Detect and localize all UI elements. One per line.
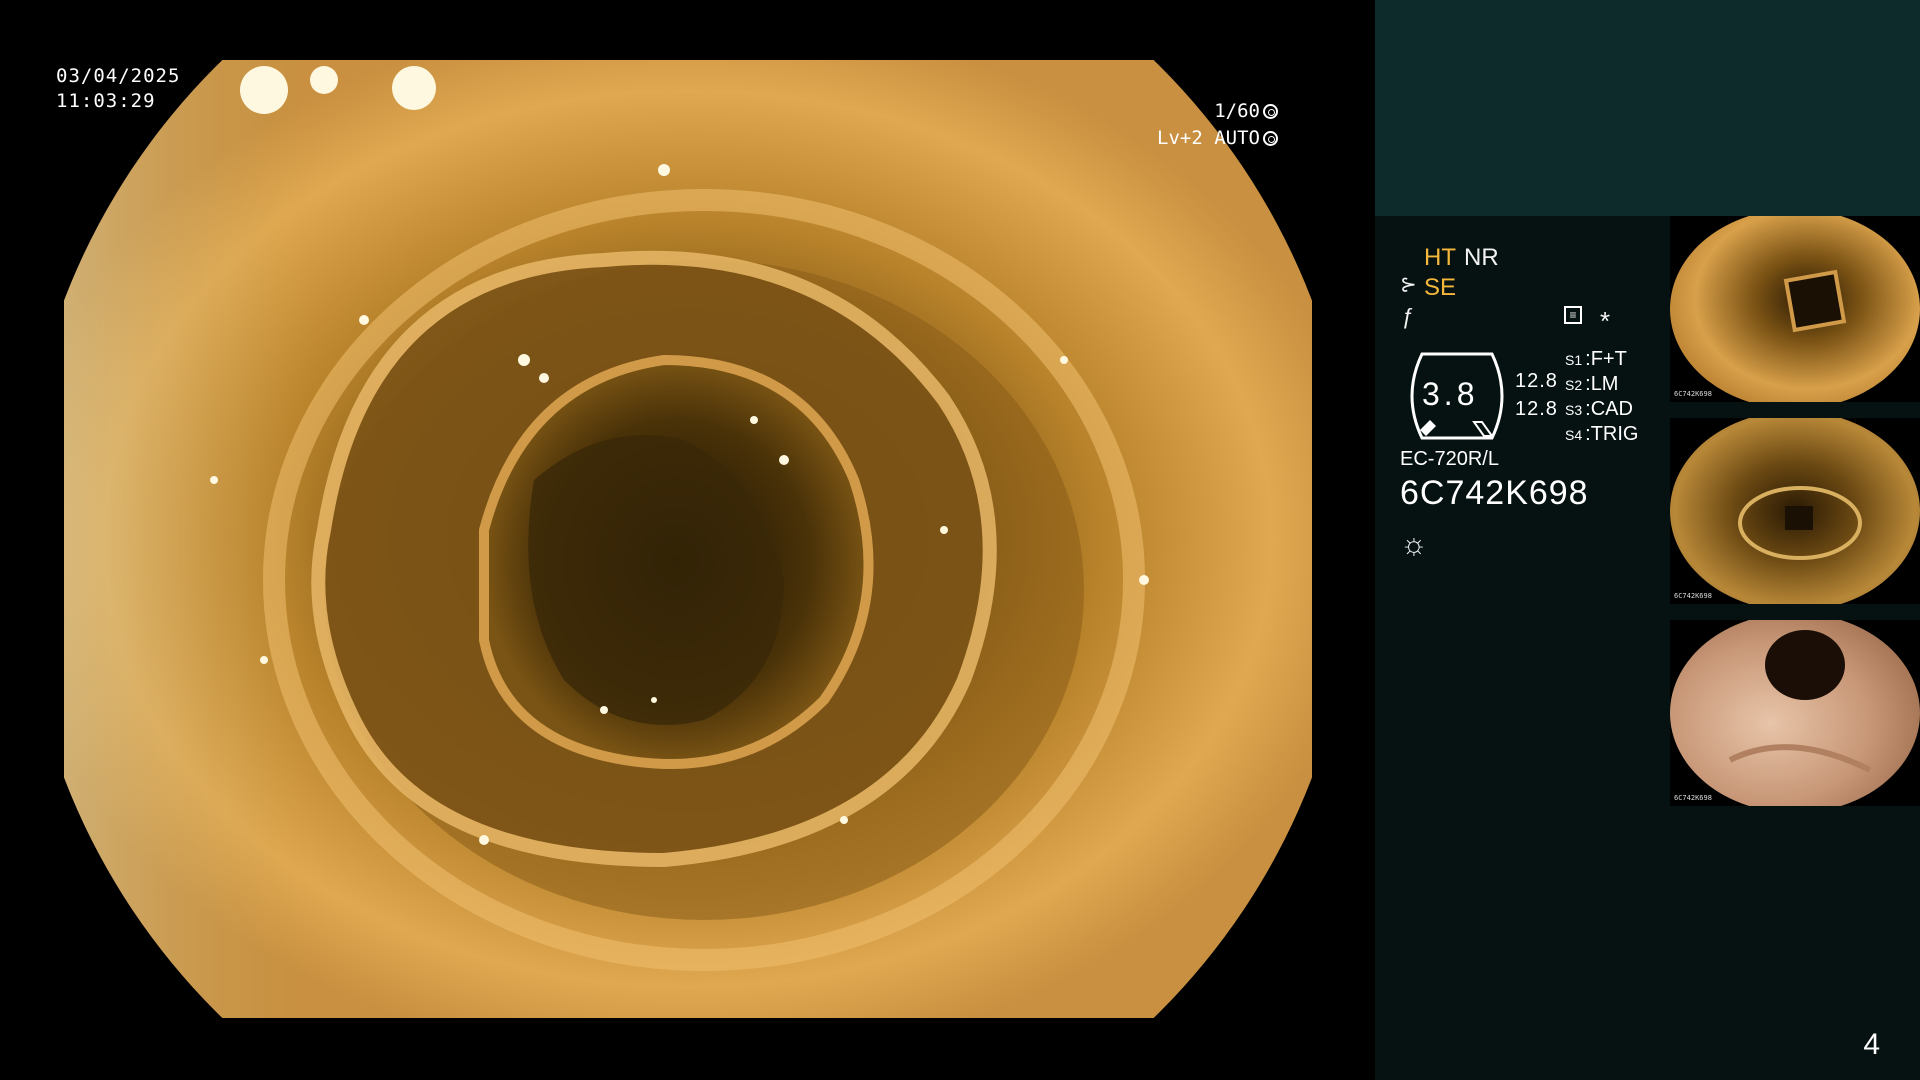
date-time-readout: 03/04/2025 11:03:29	[56, 64, 180, 114]
thumbnail-1[interactable]: 6C742K698	[1670, 216, 1920, 402]
switch-s4: S4:TRIG	[1565, 423, 1639, 445]
auto-icon	[1263, 131, 1278, 146]
asterisk-icon: *	[1600, 306, 1611, 336]
shutter-icon	[1263, 104, 1278, 119]
gauge-value: 3.8	[1422, 376, 1479, 412]
switch-s2: S2:LM	[1565, 373, 1619, 395]
scope-serial: 6C742K698	[1400, 474, 1589, 512]
thumbnail-3-label: 6C742K698	[1674, 794, 1712, 802]
switch-s3: S3:CAD	[1565, 398, 1633, 420]
date-text: 03/04/2025	[56, 65, 181, 87]
thumbnail-3[interactable]: 6C742K698	[1670, 620, 1920, 806]
thumbnail-2[interactable]: 6C742K698	[1670, 418, 1920, 604]
side-value-2: 12.8	[1515, 398, 1558, 420]
side-value-1: 12.8	[1515, 370, 1558, 392]
se-indicator: SE	[1424, 274, 1457, 301]
switch-s1: S1:F+T	[1565, 348, 1627, 370]
nr-indicator: NR	[1464, 244, 1499, 271]
exposure-readout: 1/60 Lv+2 AUTO	[1157, 98, 1278, 152]
level-auto: Lv+2 AUTO	[1157, 127, 1260, 149]
panel-header-area	[1375, 0, 1920, 216]
scope-model: EC-720R/L	[1400, 448, 1499, 470]
page-number: 4	[1863, 1028, 1880, 1061]
endoscope-image	[64, 60, 1312, 1018]
thumbnail-1-label: 6C742K698	[1674, 390, 1712, 398]
ht-indicator: HT	[1424, 244, 1456, 271]
shutter-speed: 1/60	[1214, 100, 1260, 122]
scope-icon: ⊱	[1400, 274, 1417, 296]
thumbnail-2-label: 6C742K698	[1674, 592, 1712, 600]
menu-icon: ≡	[1564, 306, 1582, 324]
time-text: 11:03:29	[56, 90, 156, 112]
lightning-icon: ƒ	[1402, 304, 1415, 329]
light-icon: ☼	[1400, 528, 1428, 561]
